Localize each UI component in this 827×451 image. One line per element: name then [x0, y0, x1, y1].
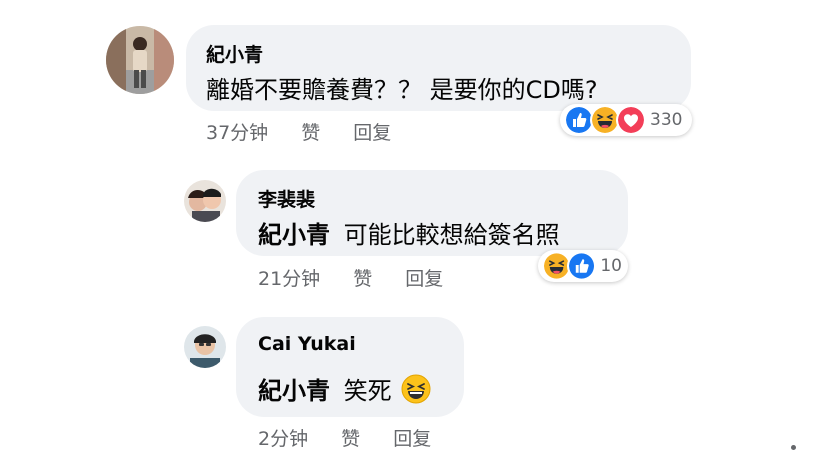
comment-author[interactable]: Cai Yukai	[258, 333, 356, 355]
like-button[interactable]: 赞	[341, 428, 360, 450]
comment-text: 紀小青 笑死	[258, 371, 431, 406]
reply-button[interactable]: 回复	[353, 122, 391, 144]
reaction-summary[interactable]: 330	[560, 104, 692, 136]
comment-text: 離婚不要贍養費？？ 是要你的CD嗎?	[206, 76, 598, 104]
reaction-count: 330	[650, 110, 683, 130]
timestamp[interactable]: 2分钟	[258, 428, 308, 450]
laughing-emoji-icon	[401, 374, 431, 404]
like-button[interactable]: 赞	[301, 122, 320, 144]
comment-actions: 37分钟 赞 回复	[206, 118, 391, 145]
comment-text: 紀小青 可能比較想給簽名照	[258, 215, 560, 250]
reaction-count: 10	[600, 256, 622, 276]
comment-author[interactable]: 紀小青	[206, 40, 263, 67]
comment-actions: 2分钟 赞 回复	[258, 424, 431, 451]
reply-button[interactable]: 回复	[405, 268, 443, 290]
avatar[interactable]	[184, 326, 226, 368]
comment-author[interactable]: 李裴裴	[258, 185, 315, 212]
reply-button[interactable]: 回复	[393, 428, 431, 450]
like-icon	[567, 251, 597, 281]
love-icon	[616, 105, 646, 135]
corner-dot	[791, 445, 796, 450]
comment-body: 笑死	[343, 377, 392, 405]
comment-actions: 21分钟 赞 回复	[258, 264, 443, 291]
timestamp[interactable]: 37分钟	[206, 122, 268, 144]
mention-link[interactable]: 紀小青	[258, 221, 330, 249]
avatar[interactable]	[184, 180, 226, 222]
mention-link[interactable]: 紀小青	[258, 377, 330, 405]
reaction-summary[interactable]: 10	[538, 250, 628, 282]
like-button[interactable]: 赞	[353, 268, 372, 290]
avatar[interactable]	[106, 26, 174, 94]
comment-body: 可能比較想給簽名照	[343, 221, 560, 249]
timestamp[interactable]: 21分钟	[258, 268, 320, 290]
